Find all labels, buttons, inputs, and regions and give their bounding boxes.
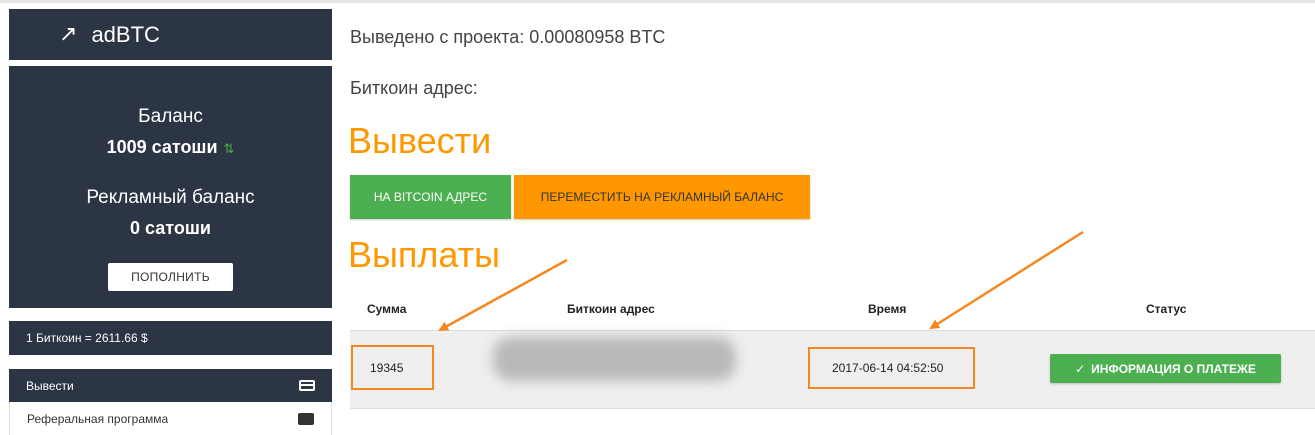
column-header-address: Биткоин адрес <box>567 302 655 316</box>
sidebar-item-referral[interactable]: Реферальная программа <box>9 402 332 435</box>
blurred-address <box>493 337 736 381</box>
balance-value: 1009 сатоши <box>106 137 218 157</box>
withdrawn-total: Выведено с проекта: 0.00080958 BTC <box>350 27 666 47</box>
topup-button[interactable]: ПОПОЛНИТЬ <box>108 263 233 291</box>
to-bitcoin-address-button[interactable]: НА BITCOIN АДРЕС <box>350 175 511 219</box>
column-header-time: Время <box>868 302 907 316</box>
highlight-box-time <box>808 347 975 389</box>
credit-card-icon <box>299 380 315 391</box>
trend-arrow-icon: ↗ <box>59 22 78 47</box>
balance-label: Баланс <box>138 106 203 127</box>
balance-panel: Баланс 1009 сатоши ⇅ Рекламный баланс 0 с… <box>9 66 332 308</box>
sidebar-item-label: Реферальная программа <box>27 411 169 426</box>
column-header-status: Статус <box>1146 302 1187 316</box>
brand-name: adBTC <box>91 21 160 47</box>
highlight-box-sum <box>351 345 434 390</box>
column-header-sum: Сумма <box>367 302 407 316</box>
logo[interactable]: ↗ adBTC <box>9 9 332 60</box>
btc-address-label: Биткоин адрес: <box>350 78 478 98</box>
sidebar-item-withdraw[interactable]: Вывести <box>9 369 332 402</box>
payment-info-button[interactable]: ✓ ИНФОРМАЦИЯ О ПЛАТЕЖЕ <box>1050 354 1281 383</box>
ad-balance-label: Рекламный баланс <box>86 187 255 208</box>
payouts-heading: Выплаты <box>348 234 500 275</box>
check-icon: ✓ <box>1075 361 1086 376</box>
balance-value-row: 1009 сатоши ⇅ <box>9 137 332 158</box>
sidebar-item-label: Вывести <box>26 378 74 393</box>
people-icon <box>298 412 314 425</box>
exchange-rate: 1 Биткоин = 2611.66 $ <box>9 321 332 355</box>
withdraw-heading: Вывести <box>348 120 492 161</box>
top-border <box>0 0 1315 3</box>
move-to-ad-balance-button[interactable]: ПЕРЕМЕСТИТЬ НА РЕКЛАМНЫЙ БАЛАНС <box>514 175 810 219</box>
annotation-arrow-time <box>929 230 1084 330</box>
payment-info-label: ИНФОРМАЦИЯ О ПЛАТЕЖЕ <box>1091 361 1256 376</box>
sidebar-menu: Вывести Реферальная программа <box>9 369 332 435</box>
ad-balance-value: 0 сатоши <box>130 218 211 238</box>
swap-arrows-icon[interactable]: ⇅ <box>224 142 235 157</box>
